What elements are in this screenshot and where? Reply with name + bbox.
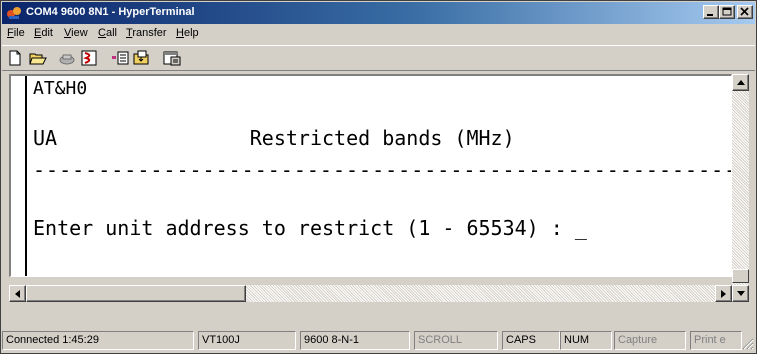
horizontal-scrollbar[interactable] <box>9 285 732 302</box>
status-num: NUM <box>560 331 612 350</box>
new-document-icon <box>9 50 21 66</box>
status-bar: Connected 1:45:29 VT100J 9600 8-N-1 SCRO… <box>2 328 755 352</box>
scroll-down-button[interactable] <box>732 285 749 302</box>
toolbar <box>2 45 755 71</box>
arrow-right-icon <box>721 290 726 298</box>
menu-call[interactable]: Call <box>98 27 117 39</box>
properties-icon <box>163 51 181 66</box>
terminal-line: Enter unit address to restrict (1 - 6553… <box>33 216 587 240</box>
hyperterminal-window: COM4 9600 8N1 - HyperTerminal File Edit … <box>0 0 757 354</box>
disconnect-icon <box>81 50 97 66</box>
status-settings: 9600 8-N-1 <box>300 331 410 350</box>
menu-bar: File Edit View Call Transfer Help <box>2 24 755 44</box>
arrow-down-icon <box>737 291 745 296</box>
horizontal-scroll-thumb[interactable] <box>26 285 246 302</box>
terminal-line: AT&H0 <box>33 78 88 99</box>
status-connected: Connected 1:45:29 <box>2 331 194 350</box>
title-bar[interactable]: COM4 9600 8N1 - HyperTerminal <box>2 2 755 24</box>
minimize-icon <box>707 14 713 16</box>
open-folder-icon <box>29 53 47 65</box>
status-emulation: VT100J <box>198 331 296 350</box>
terminal-content: AT&H0 UA Restricted bands (MHz) --------… <box>25 76 731 276</box>
resize-grip-icon[interactable] <box>742 338 754 350</box>
terminal-screen[interactable]: AT&H0 UA Restricted bands (MHz) --------… <box>9 74 732 277</box>
menu-file[interactable]: File <box>7 27 25 39</box>
vertical-scrollbar[interactable] <box>732 74 749 302</box>
properties-button[interactable] <box>160 48 182 69</box>
status-print-echo: Print e <box>690 331 742 350</box>
receive-file-icon <box>133 50 149 65</box>
close-icon <box>740 7 749 16</box>
arrow-left-icon <box>15 290 20 298</box>
vertical-scroll-thumb[interactable] <box>732 269 749 283</box>
minimize-button[interactable] <box>703 5 719 19</box>
menu-help[interactable]: Help <box>176 27 199 39</box>
status-scroll: SCROLL <box>414 331 498 350</box>
receive-button[interactable] <box>130 48 152 69</box>
scroll-up-button[interactable] <box>732 74 749 91</box>
menu-transfer[interactable]: Transfer <box>126 27 167 39</box>
send-file-icon <box>112 51 129 65</box>
hyperterminal-app-icon[interactable] <box>6 5 22 21</box>
status-caps: CAPS <box>502 331 560 350</box>
new-connection-button[interactable] <box>4 48 26 69</box>
status-capture: Capture <box>614 331 686 350</box>
call-button[interactable] <box>56 48 78 69</box>
maximize-icon <box>722 7 732 16</box>
disconnect-button[interactable] <box>78 48 100 69</box>
disconnect-phone-icon <box>59 54 75 65</box>
send-button[interactable] <box>108 48 130 69</box>
close-button[interactable] <box>737 5 753 19</box>
terminal-line: ----------------------------------------… <box>33 158 731 182</box>
scroll-left-button[interactable] <box>9 285 26 302</box>
window-title: COM4 9600 8N1 - HyperTerminal <box>26 6 195 18</box>
arrow-up-icon <box>737 80 745 85</box>
menu-view[interactable]: View <box>64 27 88 39</box>
maximize-button[interactable] <box>719 5 735 19</box>
scroll-right-button[interactable] <box>715 285 732 302</box>
menu-edit[interactable]: Edit <box>34 27 53 39</box>
open-button[interactable] <box>26 48 48 69</box>
terminal-line: UA Restricted bands (MHz) <box>33 126 515 150</box>
